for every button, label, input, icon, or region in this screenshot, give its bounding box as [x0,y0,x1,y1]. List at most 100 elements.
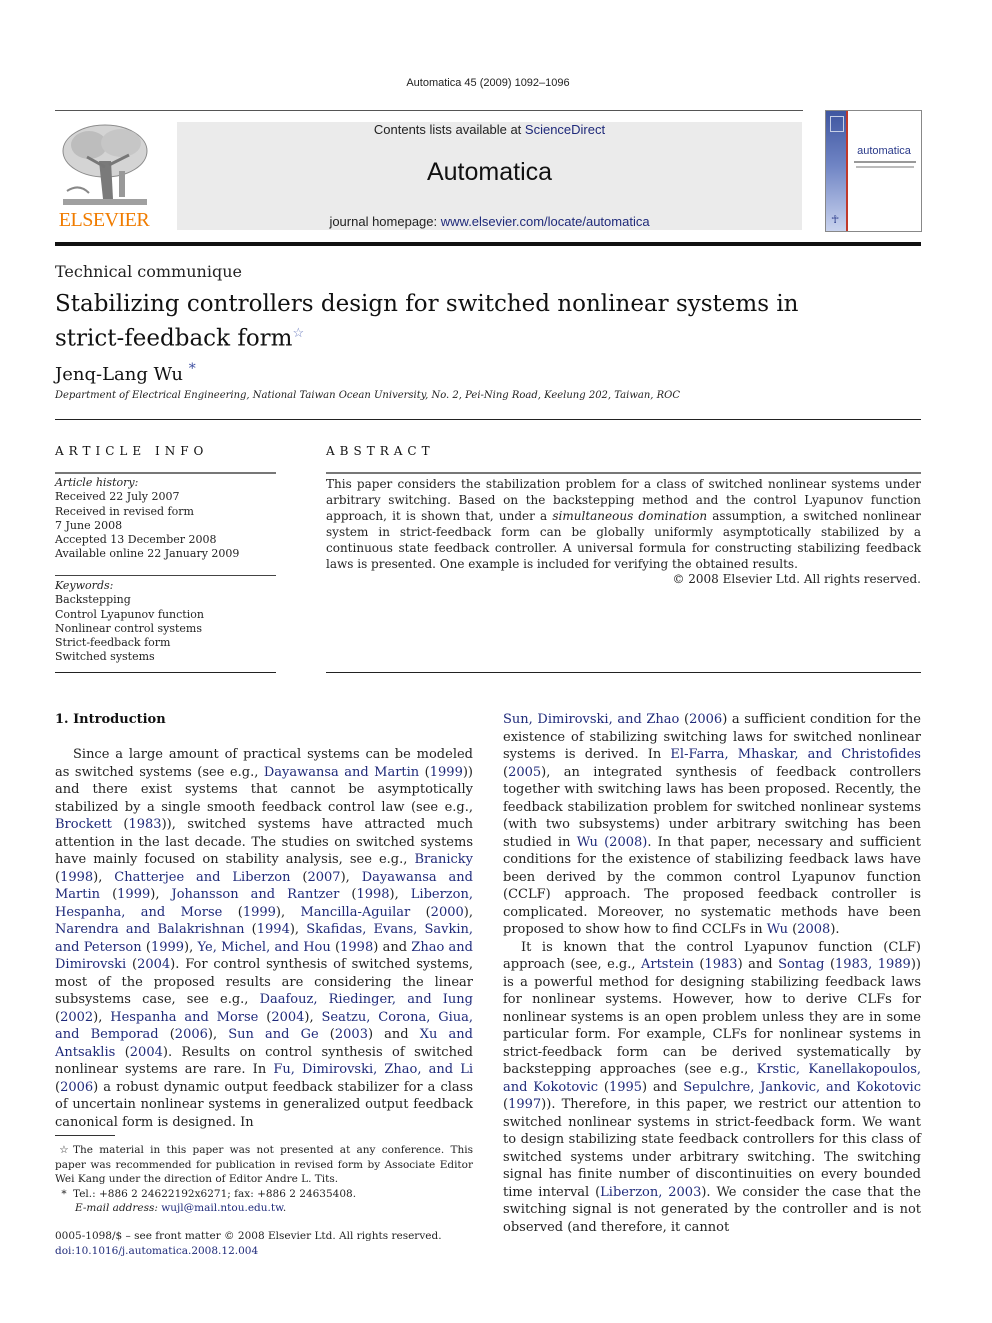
homepage-line: journal homepage: www.elsevier.com/locat… [177,214,802,229]
keyword: Backstepping [55,593,131,607]
body-text: ) and [367,1027,420,1042]
body-text: ( [126,957,138,972]
article-title-text: Stabilizing controllers design for switc… [55,291,799,352]
citation-link[interactable]: 1994 [257,922,290,937]
citation-link[interactable]: Johansson and Rantzer [172,887,340,902]
citation-link[interactable]: 2007 [307,870,340,885]
history-item: Received 22 July 2007 [55,490,180,504]
footnote-asterisk: * [61,1187,67,1200]
footnote-rule [55,1135,115,1136]
cover-spine-emblem [830,116,844,132]
body-text: )) is a powerful method for designing st… [503,957,921,1077]
body-text: ) and [642,1079,684,1095]
body-text: ( [222,904,243,920]
citation-link[interactable]: 2006 [689,712,722,727]
citation-link[interactable]: 2004 [130,1045,163,1060]
citation-link[interactable]: Sun and Ge [228,1027,318,1042]
citation-link[interactable]: Dayawansa and Martin [264,765,419,780]
cover-subtitle-line [856,166,914,168]
doi-link[interactable]: doi:10.1016/j.automatica.2008.12.004 [55,1245,258,1257]
citation-link[interactable]: (2008) [604,835,647,850]
citation-link[interactable]: 1983 [704,957,737,972]
citation-link[interactable]: 1998 [340,940,373,955]
citation-link[interactable]: 2006 [175,1027,208,1042]
body-text: ( [693,957,705,972]
body-text: ), [340,869,362,885]
citation-link[interactable]: 2004 [137,957,170,972]
divider [55,575,276,576]
citation-link[interactable]: 1998 [60,870,93,885]
citation-link[interactable]: Chatterjee and Liberzon [114,870,290,885]
citation-link[interactable]: 1999 [430,765,463,780]
body-text: ), [93,869,115,885]
header-rule-top [55,110,803,111]
citation-link[interactable]: Wu [767,922,788,937]
body-text: ( [100,887,118,902]
citation-link[interactable]: 2000 [431,905,464,920]
citation-link[interactable]: 2008 [797,922,830,937]
citation-link[interactable]: Hespanha and Morse [110,1010,258,1025]
abstract-text: This paper considers the stabilization p… [326,476,921,572]
history-item: Accepted 13 December 2008 [55,533,217,547]
elsevier-logo[interactable]: ELSEVIER [54,121,154,233]
body-text: ), [304,1009,322,1025]
citation-link[interactable]: Fu, Dimirovski, Zhao, and Li [273,1062,473,1077]
citation-link[interactable]: 1999 [243,905,276,920]
sciencedirect-link[interactable]: ScienceDirect [525,122,605,137]
citation-link[interactable]: 2003 [335,1027,368,1042]
email-suffix: . [282,1202,287,1214]
citation-link[interactable]: 1983, 1989 [835,957,911,972]
citation-link[interactable]: Branicky [414,852,473,867]
citation-link[interactable]: 2006 [60,1080,93,1095]
email-line: E-mail address: wujl@mail.ntou.edu.tw. [55,1201,473,1216]
body-column-right: Sun, Dimirovski, and Zhao (2006) a suffi… [503,711,921,1236]
body-text: ( [290,869,308,885]
homepage-prefix: journal homepage: [329,214,441,229]
body-text: ( [258,1009,272,1025]
elsevier-wordmark: ELSEVIER [58,209,150,231]
citation-link[interactable]: 1983 [128,817,161,832]
citation-link[interactable]: Sun, Dimirovski, and Zhao [503,712,679,727]
body-text: ), [389,887,411,902]
history-label: Article history: [55,476,139,489]
issn-line: 0005-1098/$ – see front matter © 2008 El… [55,1230,442,1242]
citation-link[interactable]: Narendra and Balakrishnan [55,922,245,937]
citation-link[interactable]: 1998 [356,887,389,902]
citation-link[interactable]: Brockett [55,817,112,832]
body-text: ) a robust dynamic output feedback stabi… [55,1079,473,1130]
body-text: ), [207,1027,229,1042]
citation-link[interactable]: Liberzon, 2003 [600,1185,701,1200]
citation-link[interactable]: 2002 [60,1010,93,1025]
journal-banner: Contents lists available at ScienceDirec… [177,122,802,230]
history-item: 7 June 2008 [55,518,123,532]
divider [55,672,276,673]
citation-link[interactable]: 1997 [508,1097,541,1112]
author-footnote-asterisk[interactable]: * [189,361,196,377]
journal-cover-thumbnail[interactable]: automatica ☥ [825,110,922,232]
footnotes: ☆ The material in this paper was not pres… [55,1143,473,1216]
citation-link[interactable]: Wu [577,835,598,850]
citation-link[interactable]: Mancilla-Aguilar [301,905,411,920]
body-text: ( [824,957,836,972]
citation-link[interactable]: 1999 [117,887,150,902]
citation-link[interactable]: El-Farra, Mhaskar, and Christofides [670,747,921,762]
citation-link[interactable]: 2004 [271,1010,304,1025]
citation-link[interactable]: Daafouz, Riedinger, and Iung [260,992,473,1007]
citation-link[interactable]: 2005 [508,765,541,780]
citation-link[interactable]: Sontag [778,957,824,972]
body-text: ) and [373,939,412,955]
abstract-heading: ABSTRACT [326,444,435,458]
citation-link[interactable]: Sepulchre, Jankovic, and Kokotovic [683,1080,921,1095]
divider [55,472,276,474]
citation-link[interactable]: Artstein [641,957,694,972]
citation-link[interactable]: 1995 [609,1080,642,1095]
citation-link[interactable]: 1999 [151,940,184,955]
email-link[interactable]: wujl@mail.ntou.edu.tw [161,1202,283,1214]
citation-link[interactable]: Ye, Michel, and Hou [198,940,331,955]
article-history: Article history: Received 22 July 2007 R… [55,476,276,562]
journal-homepage-link[interactable]: www.elsevier.com/locate/automatica [441,214,650,229]
body-text: ), [184,939,198,955]
contents-prefix: Contents lists available at [373,122,525,137]
email-label: E-mail address: [75,1202,158,1214]
title-footnote-star-icon[interactable]: ☆ [292,326,304,341]
